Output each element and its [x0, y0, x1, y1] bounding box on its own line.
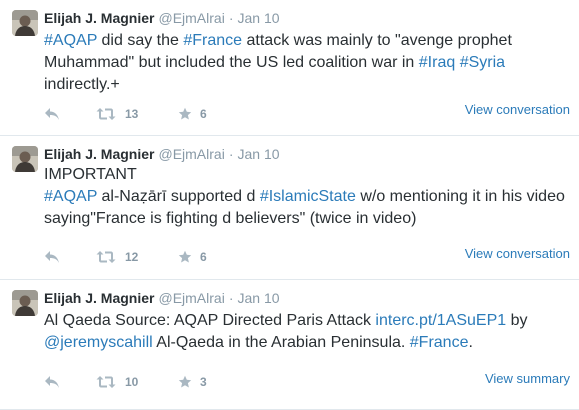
tweet-text-line: #AQAP al-Naẓārī supported d #IslamicStat…: [44, 186, 569, 208]
retweet-button[interactable]: 13: [96, 104, 138, 124]
separator-dot: ·: [228, 10, 234, 26]
tweet-header: Elijah J. Magnier @EjmAlrai · Jan 10: [44, 288, 280, 308]
view-conversation-link[interactable]: View conversation: [465, 245, 570, 263]
reply-button[interactable]: [44, 247, 60, 267]
hashtag-link[interactable]: #Syria: [460, 54, 505, 71]
text-segment: Muhammad" but included the US led coalit…: [44, 54, 419, 71]
tweet-text-line: Muhammad" but included the US led coalit…: [44, 52, 569, 74]
text-segment: did say the: [97, 32, 184, 49]
tweet-header: Elijah J. Magnier @EjmAlrai · Jan 10: [44, 8, 280, 28]
text-segment: w/o mentioning it in his video: [355, 188, 565, 205]
hashtag-link[interactable]: #IslamicState: [260, 188, 356, 205]
text-segment: .: [468, 334, 473, 351]
tweet-header: Elijah J. Magnier @EjmAlrai · Jan 10: [44, 144, 280, 164]
author-username[interactable]: @EjmAlrai: [158, 10, 224, 26]
avatar[interactable]: [12, 10, 38, 36]
tweet-text-line: IMPORTANT: [44, 164, 569, 186]
tweet-timestamp[interactable]: Jan 10: [238, 290, 280, 306]
favorite-button[interactable]: 6: [178, 104, 207, 124]
separator-dot: ·: [228, 290, 234, 306]
tweet-text-line: Al Qaeda Source: AQAP Directed Paris Att…: [44, 310, 569, 332]
hashtag-link[interactable]: #France: [410, 334, 469, 351]
retweet-count: 12: [125, 250, 139, 264]
retweet-icon: [96, 108, 116, 120]
text-segment: saying"France is fighting d believers" (…: [44, 210, 417, 227]
reply-icon: [45, 251, 59, 263]
view-conversation-link[interactable]: View conversation: [465, 101, 570, 119]
url-link[interactable]: interc.pt/1ASuEP1: [375, 312, 506, 329]
reply-icon: [45, 376, 59, 388]
reply-icon: [45, 108, 59, 120]
tweet-text: #AQAP did say the #France attack was mai…: [44, 30, 569, 96]
text-segment: attack was mainly to "avenge prophet: [242, 32, 512, 49]
text-segment: by: [506, 312, 528, 329]
avatar-photo-icon: [12, 10, 38, 36]
hashtag-link[interactable]: #France: [183, 32, 242, 49]
text-segment: Al-Qaeda in the Arabian Peninsula.: [152, 334, 410, 351]
retweet-count: 13: [125, 107, 139, 121]
tweet-text-line: #AQAP did say the #France attack was mai…: [44, 30, 569, 52]
text-segment: IMPORTANT: [44, 166, 137, 183]
tweet-item[interactable]: Elijah J. Magnier @EjmAlrai · Jan 10 #AQAP …: [0, 0, 579, 136]
mention-link[interactable]: @jeremyscahill: [44, 334, 153, 351]
favorite-button[interactable]: 3: [178, 372, 207, 392]
author-name[interactable]: Elijah J. Magnier: [44, 146, 154, 162]
author-name[interactable]: Elijah J. Magnier: [44, 10, 154, 26]
avatar-photo-icon: [12, 290, 38, 316]
tweet-item[interactable]: Elijah J. Magnier @EjmAlrai · Jan 10 IMPORT…: [0, 136, 579, 280]
reply-button[interactable]: [44, 372, 60, 392]
view-summary-link[interactable]: View summary: [485, 370, 570, 388]
separator-dot: ·: [228, 146, 234, 162]
avatar[interactable]: [12, 290, 38, 316]
tweet-text-line: @jeremyscahill Al-Qaeda in the Arabian P…: [44, 332, 569, 354]
star-icon: [178, 107, 192, 120]
tweet-timestamp[interactable]: Jan 10: [238, 146, 280, 162]
hashtag-link[interactable]: #Iraq: [419, 54, 455, 71]
favorite-button[interactable]: 6: [178, 247, 207, 267]
favorite-count: 6: [200, 107, 207, 121]
tweet-timestamp[interactable]: Jan 10: [238, 10, 280, 26]
tweet-timeline: Elijah J. Magnier @EjmAlrai · Jan 10 #AQAP …: [0, 0, 579, 410]
author-username[interactable]: @EjmAlrai: [158, 290, 224, 306]
tweet-text-line: saying"France is fighting d believers" (…: [44, 208, 569, 230]
favorite-count: 6: [200, 250, 207, 264]
text-segment: al-Naẓārī supported d: [97, 188, 260, 205]
avatar[interactable]: [12, 146, 38, 172]
star-icon: [178, 250, 192, 263]
retweet-icon: [96, 251, 116, 263]
avatar-photo-icon: [12, 146, 38, 172]
reply-button[interactable]: [44, 104, 60, 124]
author-name[interactable]: Elijah J. Magnier: [44, 290, 154, 306]
author-username[interactable]: @EjmAlrai: [158, 146, 224, 162]
retweet-button[interactable]: 10: [96, 372, 138, 392]
text-segment: Al Qaeda Source: AQAP Directed Paris Att…: [44, 312, 376, 329]
tweet-text: Al Qaeda Source: AQAP Directed Paris Att…: [44, 310, 569, 354]
favorite-count: 3: [200, 375, 207, 389]
text-segment: indirectly.+: [44, 76, 120, 93]
tweet-text: IMPORTANT #AQAP al-Naẓārī supported d #Is…: [44, 164, 569, 230]
tweet-text-line: indirectly.+: [44, 74, 569, 96]
retweet-icon: [96, 376, 116, 388]
tweet-item[interactable]: Elijah J. Magnier @EjmAlrai · Jan 10 Al Qae…: [0, 280, 579, 410]
hashtag-link[interactable]: #AQAP: [44, 32, 97, 49]
star-icon: [178, 375, 192, 388]
hashtag-link[interactable]: #AQAP: [44, 188, 97, 205]
retweet-button[interactable]: 12: [96, 247, 138, 267]
retweet-count: 10: [125, 375, 139, 389]
